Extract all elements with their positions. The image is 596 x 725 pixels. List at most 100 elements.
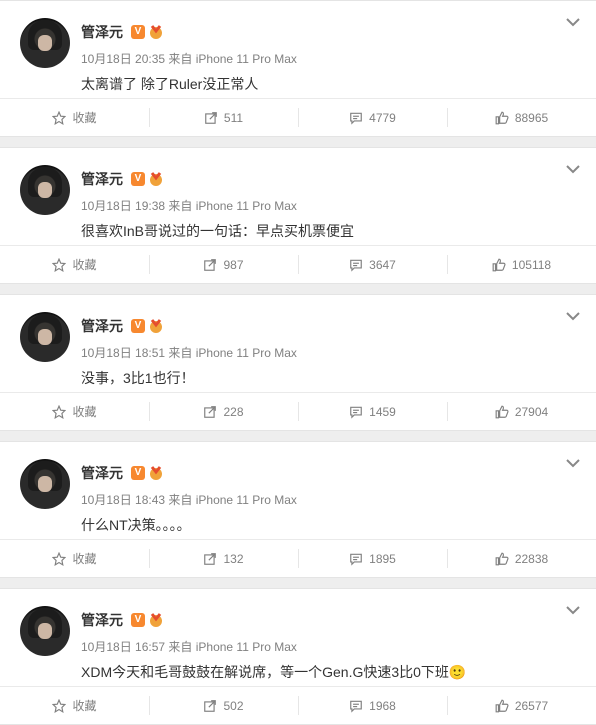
comment-count: 1968 xyxy=(369,698,396,713)
medal-icon xyxy=(150,613,162,627)
post-meta: 10月18日 18:43 来自 iPhone 11 Pro Max xyxy=(81,493,297,507)
comment-icon xyxy=(350,112,362,125)
chevron-down-icon[interactable] xyxy=(566,17,580,27)
verified-badge-icon: V xyxy=(131,466,145,480)
post-card: 管泽元 V 10月18日 16:57 来自 iPhone 11 Pro Max … xyxy=(0,588,596,725)
author-name[interactable]: 管泽元 xyxy=(81,170,123,188)
comment-icon xyxy=(350,406,362,419)
repost-count: 987 xyxy=(223,257,244,272)
thumbs-up-icon xyxy=(495,405,509,418)
post-card: 管泽元 V 10月18日 18:51 来自 iPhone 11 Pro Max … xyxy=(0,294,596,431)
action-bar: 收藏 132 1895 22838 xyxy=(0,539,596,577)
comment-button[interactable]: 1895 xyxy=(298,540,447,577)
post-meta: 10月18日 19:38 来自 iPhone 11 Pro Max xyxy=(81,199,297,213)
favorite-button[interactable]: 收藏 xyxy=(0,393,149,430)
action-bar: 收藏 502 1968 26577 xyxy=(0,686,596,724)
chevron-down-icon[interactable] xyxy=(566,311,580,321)
like-count: 22838 xyxy=(514,551,549,566)
repost-button[interactable]: 228 xyxy=(149,393,298,430)
weibo-feed: 管泽元 V 10月18日 20:35 来自 iPhone 11 Pro Max … xyxy=(0,0,596,725)
post-text: XDM今天和毛哥鼓鼓在解说席，等一个Gen.G快速3比0下班🙂 xyxy=(81,664,467,680)
favorite-button[interactable]: 收藏 xyxy=(0,99,149,136)
verified-badge-icon: V xyxy=(131,319,145,333)
medal-icon xyxy=(150,319,162,333)
star-outline-icon xyxy=(52,110,67,125)
favorite-label: 收藏 xyxy=(72,111,97,125)
post-card: 管泽元 V 10月18日 19:38 来自 iPhone 11 Pro Max … xyxy=(0,147,596,284)
verified-badge-icon: V xyxy=(131,172,145,186)
post-text: 没事，3比1也行！ xyxy=(81,370,195,386)
like-count: 26577 xyxy=(514,698,549,713)
favorite-label: 收藏 xyxy=(72,699,97,713)
medal-icon xyxy=(150,172,162,186)
favorite-button[interactable]: 收藏 xyxy=(0,687,149,724)
comment-icon xyxy=(350,700,362,713)
author-name[interactable]: 管泽元 xyxy=(81,464,123,482)
repost-icon xyxy=(204,699,217,712)
repost-count: 228 xyxy=(223,404,244,419)
chevron-down-icon[interactable] xyxy=(566,605,580,615)
star-outline-icon xyxy=(52,551,67,566)
chevron-down-icon[interactable] xyxy=(566,164,580,174)
avatar[interactable] xyxy=(20,459,70,509)
favorite-label: 收藏 xyxy=(72,552,97,566)
like-count: 105118 xyxy=(511,257,552,272)
favorite-button[interactable]: 收藏 xyxy=(0,246,149,283)
like-button[interactable]: 88965 xyxy=(447,99,596,136)
verified-badge-icon: V xyxy=(131,613,145,627)
thumbs-up-icon xyxy=(492,258,506,271)
comment-button[interactable]: 1968 xyxy=(298,687,447,724)
medal-icon xyxy=(150,466,162,480)
comment-icon xyxy=(350,259,362,272)
repost-button[interactable]: 987 xyxy=(149,246,298,283)
comment-count: 1459 xyxy=(369,404,396,419)
action-bar: 收藏 987 3647 105118 xyxy=(0,245,596,283)
favorite-label: 收藏 xyxy=(72,405,97,419)
like-count: 27904 xyxy=(514,404,549,419)
author-name[interactable]: 管泽元 xyxy=(81,317,123,335)
avatar[interactable] xyxy=(20,165,70,215)
favorite-button[interactable]: 收藏 xyxy=(0,540,149,577)
avatar[interactable] xyxy=(20,18,70,68)
repost-icon xyxy=(204,552,217,565)
repost-button[interactable]: 132 xyxy=(149,540,298,577)
post-card: 管泽元 V 10月18日 20:35 来自 iPhone 11 Pro Max … xyxy=(0,0,596,137)
like-button[interactable]: 105118 xyxy=(447,246,596,283)
comment-button[interactable]: 1459 xyxy=(298,393,447,430)
post-card: 管泽元 V 10月18日 18:43 来自 iPhone 11 Pro Max … xyxy=(0,441,596,578)
avatar[interactable] xyxy=(20,312,70,362)
like-count: 88965 xyxy=(514,110,549,125)
avatar[interactable] xyxy=(20,606,70,656)
thumbs-up-icon xyxy=(495,111,509,124)
medal-icon xyxy=(150,25,162,39)
thumbs-up-icon xyxy=(495,699,509,712)
post-meta: 10月18日 20:35 来自 iPhone 11 Pro Max xyxy=(81,52,297,66)
author-name[interactable]: 管泽元 xyxy=(81,611,123,629)
post-meta: 10月18日 18:51 来自 iPhone 11 Pro Max xyxy=(81,346,297,360)
comment-button[interactable]: 4779 xyxy=(298,99,447,136)
star-outline-icon xyxy=(52,698,67,713)
star-outline-icon xyxy=(52,257,67,272)
like-button[interactable]: 26577 xyxy=(447,687,596,724)
repost-button[interactable]: 502 xyxy=(149,687,298,724)
comment-count: 3647 xyxy=(369,257,396,272)
repost-count: 511 xyxy=(223,110,244,125)
favorite-label: 收藏 xyxy=(72,258,97,272)
like-button[interactable]: 27904 xyxy=(447,393,596,430)
author-name[interactable]: 管泽元 xyxy=(81,23,123,41)
star-outline-icon xyxy=(52,404,67,419)
repost-icon xyxy=(204,405,217,418)
comment-count: 1895 xyxy=(369,551,396,566)
comment-count: 4779 xyxy=(369,110,396,125)
verified-badge-icon: V xyxy=(131,25,145,39)
thumbs-up-icon xyxy=(495,552,509,565)
action-bar: 收藏 511 4779 88965 xyxy=(0,98,596,136)
post-text: 什么NT决策。。。。 xyxy=(81,517,191,533)
repost-button[interactable]: 511 xyxy=(149,99,298,136)
chevron-down-icon[interactable] xyxy=(566,458,580,468)
action-bar: 收藏 228 1459 27904 xyxy=(0,392,596,430)
repost-icon xyxy=(204,258,217,271)
repost-count: 502 xyxy=(223,698,244,713)
comment-button[interactable]: 3647 xyxy=(298,246,447,283)
like-button[interactable]: 22838 xyxy=(447,540,596,577)
